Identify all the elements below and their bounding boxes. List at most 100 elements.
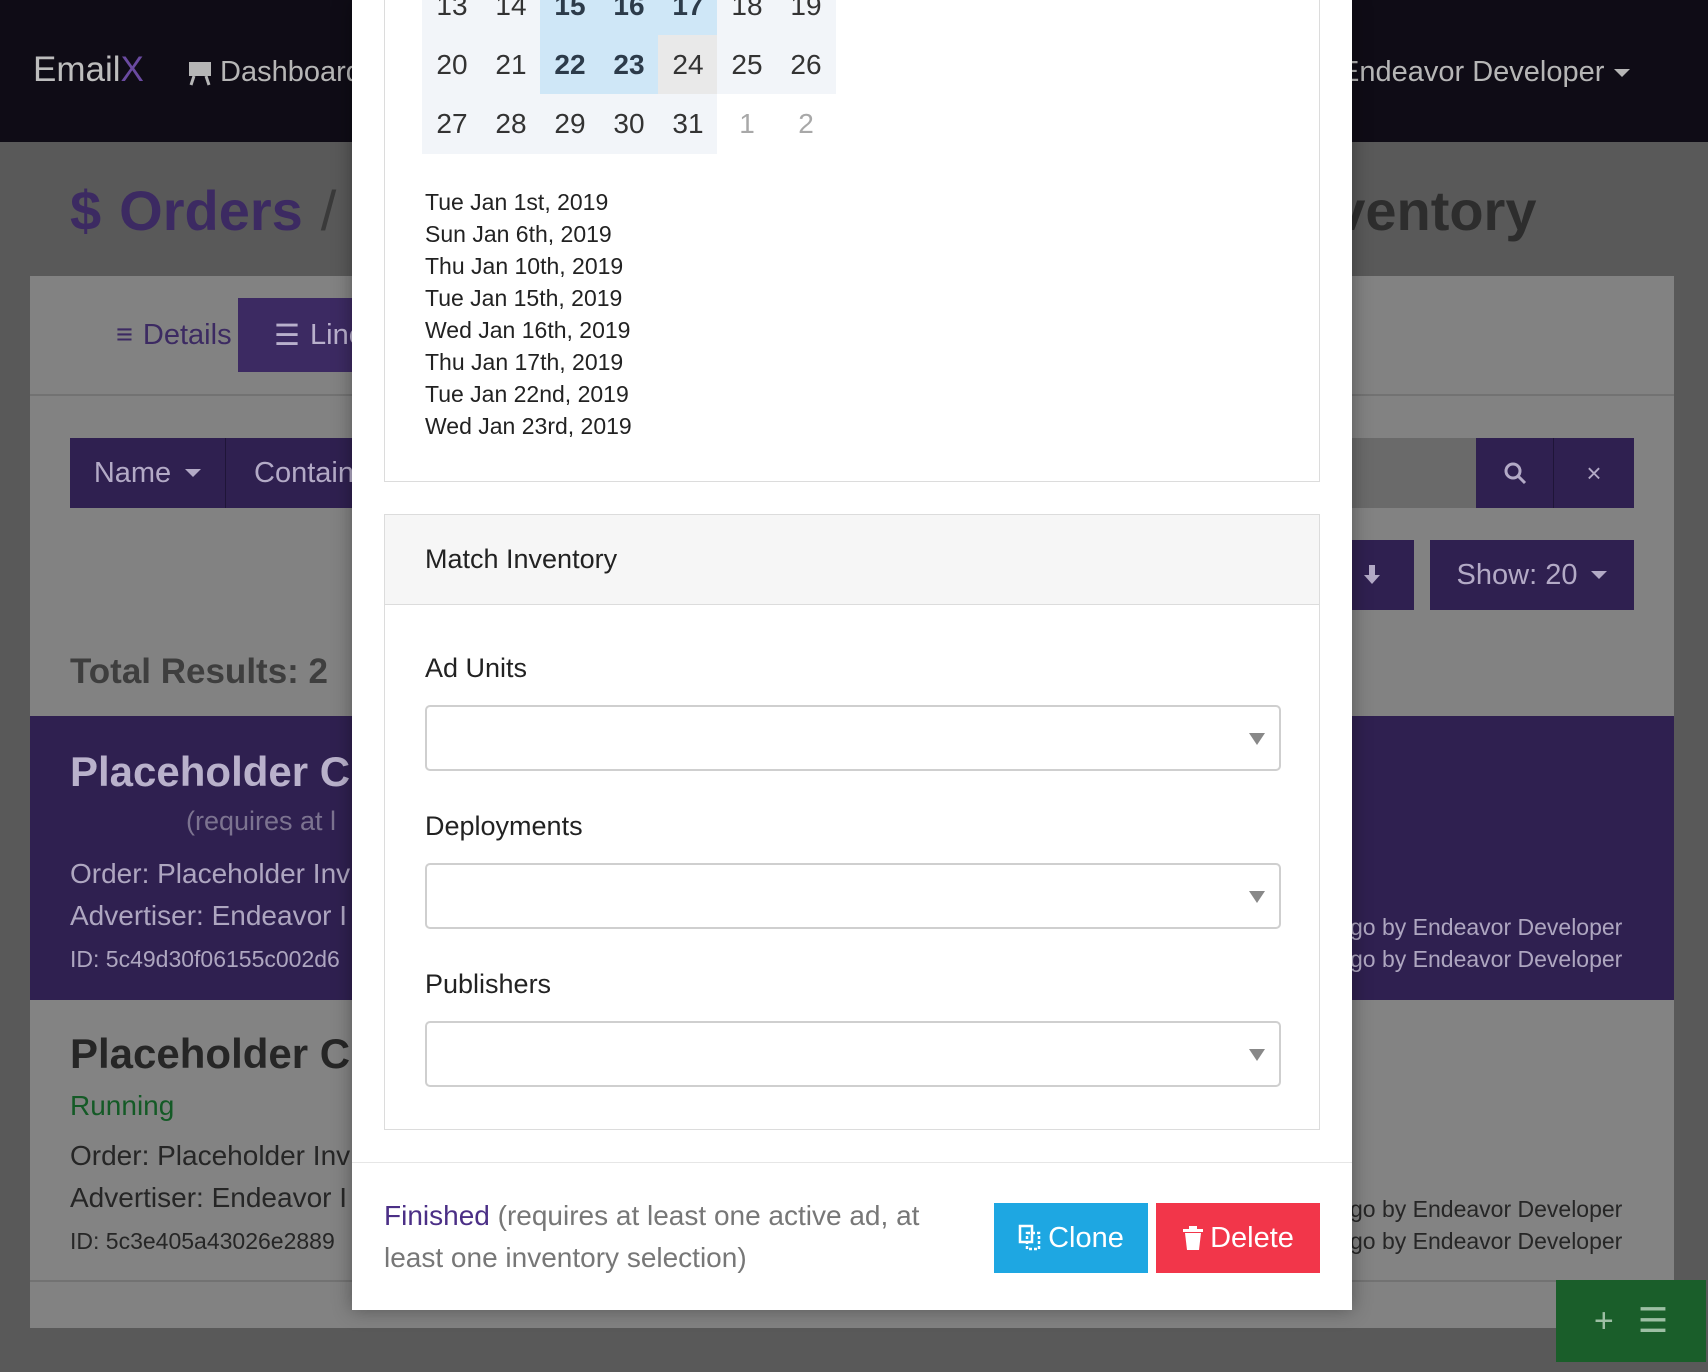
publishers-select[interactable] <box>425 1021 1281 1087</box>
selected-date-item: Thu Jan 10th, 2019 <box>425 253 624 279</box>
nav-dashboard-label: Dashboard <box>220 56 362 88</box>
status-text: Finished (requires at least one active a… <box>384 1195 984 1279</box>
selected-date-item: Tue Jan 15th, 2019 <box>425 285 623 311</box>
modal-footer: Finished (requires at least one active a… <box>352 1162 1352 1310</box>
calendar-day[interactable]: 25 <box>717 35 777 95</box>
selected-date-item: Wed Jan 16th, 2019 <box>425 317 631 343</box>
item-title[interactable]: Placeholder Cre <box>70 1030 390 1078</box>
calendar-day[interactable]: 23 <box>599 35 659 95</box>
item-order: Order: Placeholder Inv <box>70 858 351 889</box>
deployments-label: Deployments <box>425 811 583 841</box>
panel-header: Match Inventory <box>385 515 1319 605</box>
delete-button[interactable]: Delete <box>1156 1203 1320 1273</box>
clone-icon <box>1018 1224 1041 1251</box>
chevron-down-icon <box>1591 571 1608 579</box>
selected-date-item: Thu Jan 17th, 2019 <box>425 349 624 375</box>
match-inventory-panel: Match Inventory Ad Units Deployments Pub… <box>384 514 1320 1130</box>
status-word: Finished <box>384 1200 490 1231</box>
item-advertiser: Advertiser: Endeavor I <box>70 900 348 931</box>
dropdown-arrow-icon <box>1249 891 1265 903</box>
total-results: Total Results: 2 <box>70 652 329 691</box>
selected-date-item: Sun Jan 6th, 2019 <box>425 221 612 247</box>
easel-icon <box>189 61 211 85</box>
dollar-icon: $ <box>70 179 102 242</box>
operator-select-label: Contain <box>254 456 354 489</box>
app-window: EmailX Dashboard Endeavor Developer $ Or… <box>0 0 1708 1372</box>
date-picker-panel: 13 14 15 16 17 18 19 20 21 22 23 24 25 26 27 28 29 30 31 1 2… <box>384 0 1320 482</box>
chevron-down-icon <box>1614 68 1631 77</box>
brand-accent-text: X <box>120 50 144 89</box>
page-size-select[interactable]: Show: 20 <box>1430 540 1634 610</box>
field-select-button[interactable]: Name <box>70 438 226 508</box>
add-line-item-button[interactable]: + ☰ <box>1556 1280 1706 1362</box>
item-status: (requires at l <box>186 806 337 836</box>
delete-label: Delete <box>1210 1221 1294 1254</box>
brand-logo[interactable]: EmailX <box>33 50 144 90</box>
breadcrumb-separator: / <box>320 179 337 242</box>
user-menu-label: Endeavor Developer <box>1340 56 1605 88</box>
item-advertiser: Advertiser: Endeavor I <box>70 1182 348 1213</box>
list-icon: ☰ <box>274 319 300 352</box>
calendar-day[interactable]: 29 <box>540 94 600 154</box>
clone-button[interactable]: Clone <box>994 1203 1148 1273</box>
clone-label: Clone <box>1048 1221 1124 1254</box>
lines-icon: ≡ <box>116 318 133 351</box>
page-title: $ Orders / <box>70 178 336 243</box>
calendar-day[interactable]: 22 <box>540 35 600 95</box>
item-status: Running <box>70 1090 175 1121</box>
selected-date-item: Tue Jan 1st, 2019 <box>425 189 609 215</box>
calendar-day[interactable]: 27 <box>422 94 482 154</box>
field-select-label: Name <box>93 456 172 489</box>
clear-search-button[interactable]: × <box>1554 438 1634 508</box>
breadcrumb-orders[interactable]: Orders <box>119 178 303 243</box>
tab-details-label: Details <box>142 318 232 351</box>
calendar-day[interactable]: 14 <box>481 0 541 36</box>
trash-icon <box>1183 1226 1204 1250</box>
deployments-select[interactable] <box>425 863 1281 929</box>
calendar-day[interactable]: 13 <box>422 0 482 36</box>
calendar-day[interactable]: 2 <box>776 94 836 154</box>
calendar-day[interactable]: 18 <box>717 0 777 36</box>
list-icon: ☰ <box>1637 1302 1669 1340</box>
publishers-label: Publishers <box>425 969 552 999</box>
brand-main-text: Email <box>33 50 121 89</box>
selected-date-item: Wed Jan 23rd, 2019 <box>425 413 632 439</box>
download-arrow-icon <box>1364 565 1380 584</box>
calendar-day[interactable]: 16 <box>599 0 659 36</box>
edit-line-item-modal: 13 14 15 16 17 18 19 20 21 22 23 24 25 26 27 28 29 30 31 1 2… <box>352 0 1352 1310</box>
calendar-day[interactable]: 26 <box>776 35 836 95</box>
dropdown-arrow-icon <box>1249 733 1265 745</box>
nav-dashboard-link[interactable]: Dashboard <box>188 56 362 89</box>
item-created-by: go by Endeavor Developer <box>1350 1196 1623 1222</box>
calendar-day[interactable]: 21 <box>481 35 541 95</box>
calendar-day[interactable]: 1 <box>717 94 777 154</box>
calendar-day[interactable]: 17 <box>658 0 718 36</box>
selected-dates-list: Tue Jan 1st, 2019 Sun Jan 6th, 2019 Thu Ja… <box>425 186 632 442</box>
search-icon <box>1504 462 1526 485</box>
calendar-day[interactable]: 28 <box>481 94 541 154</box>
calendar-day[interactable]: 24 <box>658 35 718 95</box>
chevron-down-icon <box>185 469 202 477</box>
item-id: ID: 5c49d30f06155c002d6 <box>70 946 340 972</box>
calendar-day[interactable]: 31 <box>658 94 718 154</box>
page-size-label: Show: 20 <box>1456 558 1578 591</box>
calendar-day[interactable]: 30 <box>599 94 659 154</box>
ad-units-label: Ad Units <box>425 653 528 683</box>
item-order: Order: Placeholder Inv <box>70 1140 351 1171</box>
item-updated-by: go by Endeavor Developer <box>1350 1228 1623 1254</box>
tab-details[interactable]: ≡ Details <box>90 298 258 372</box>
user-menu[interactable]: Endeavor Developer <box>1340 56 1631 89</box>
item-updated-by: go by Endeavor Developer <box>1350 946 1623 972</box>
dropdown-arrow-icon <box>1249 1049 1265 1061</box>
ad-units-select[interactable] <box>425 705 1281 771</box>
calendar-day[interactable]: 15 <box>540 0 600 36</box>
calendar-day[interactable]: 19 <box>776 0 836 36</box>
plus-icon: + <box>1593 1301 1614 1340</box>
item-id: ID: 5c3e405a43026e2889 <box>70 1228 335 1254</box>
close-icon: × <box>1586 457 1602 488</box>
item-created-by: go by Endeavor Developer <box>1350 914 1623 940</box>
search-button[interactable] <box>1476 438 1554 508</box>
item-title[interactable]: Placeholder Cre <box>70 748 390 796</box>
selected-date-item: Tue Jan 22nd, 2019 <box>425 381 629 407</box>
calendar-day[interactable]: 20 <box>422 35 482 95</box>
